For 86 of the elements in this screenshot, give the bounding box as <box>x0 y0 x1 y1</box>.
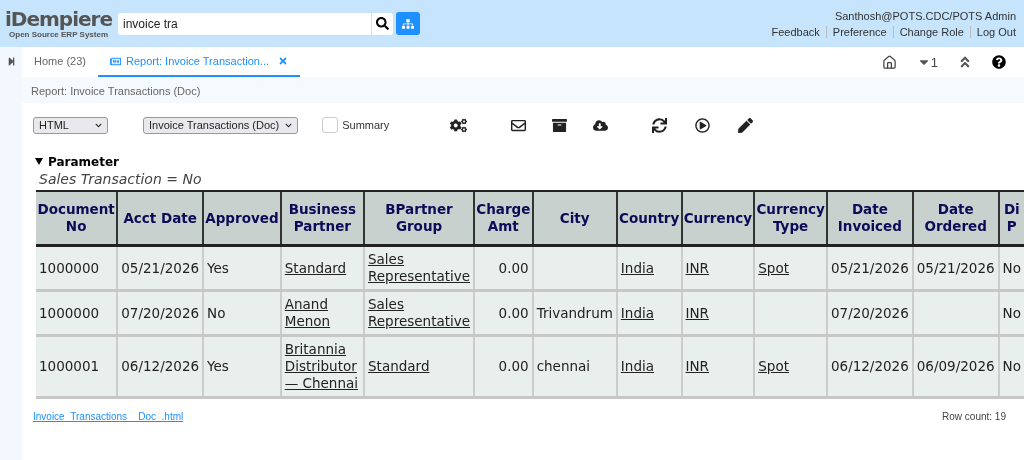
cell-link[interactable]: Standard <box>284 259 347 277</box>
table-cell: Yes <box>203 335 281 398</box>
table-cell: No <box>998 245 1024 291</box>
row-count: Row count: 19 <box>942 411 1006 422</box>
column-header: City <box>532 191 617 246</box>
cell-link[interactable]: INR <box>685 259 709 277</box>
gears-icon[interactable] <box>450 116 468 134</box>
column-header: Date Ordered <box>912 191 999 246</box>
table-cell: 0.00 <box>474 245 533 291</box>
cloud-download-icon[interactable] <box>593 117 609 133</box>
header-link[interactable]: Feedback <box>765 25 826 38</box>
search-icon <box>376 17 390 30</box>
home-icon[interactable] <box>881 54 897 70</box>
table-cell: No <box>203 290 281 336</box>
table-cell: 1000001 <box>36 335 118 398</box>
cell-link[interactable]: Anand Menon <box>284 296 361 330</box>
chevron-down-icon <box>285 121 293 129</box>
summary-label: Summary <box>342 119 390 131</box>
collapse-icon[interactable] <box>958 55 972 69</box>
cell-link[interactable]: Standard <box>368 358 430 375</box>
user-role: Santhosh@POTS.CDC/POTS Admin <box>834 9 1016 22</box>
search-button[interactable] <box>371 12 394 35</box>
column-header: Date Invoiced <box>826 191 913 246</box>
table-cell: 1000000 <box>36 290 118 336</box>
cell-link[interactable]: Britannia Distributor — Chennai <box>284 341 361 392</box>
expand-icon[interactable] <box>6 57 16 66</box>
table-cell: chennai <box>532 335 617 398</box>
cell-link[interactable]: Spot <box>758 358 789 375</box>
archive-icon[interactable] <box>552 117 568 133</box>
column-header: Currency <box>681 191 755 246</box>
column-header: Charge Amt <box>474 191 533 246</box>
summary-checkbox[interactable] <box>322 117 339 133</box>
header-link[interactable]: Log Out <box>969 25 1016 38</box>
table-cell: No <box>998 290 1024 336</box>
table-cell: 0.00 <box>474 290 533 336</box>
search-field[interactable]: invoice tra <box>118 12 372 35</box>
logo-subtitle: Open Source ERP System <box>9 30 108 39</box>
table-cell: 05/21/2026 <box>117 245 204 291</box>
cell-link[interactable]: India <box>620 358 654 375</box>
logo-title: iDempiere <box>5 8 113 30</box>
cell-link[interactable]: INR <box>685 304 709 322</box>
pen-icon[interactable] <box>738 117 754 133</box>
table-cell: No <box>998 335 1024 398</box>
column-header: Currency Type <box>754 191 827 246</box>
column-header: Approved <box>203 191 281 246</box>
column-header: Di P <box>998 191 1024 246</box>
table-cell: 1000000 <box>36 245 118 291</box>
table-cell: Trivandrum <box>532 290 617 336</box>
refresh-icon[interactable] <box>652 117 668 133</box>
table-cell: Yes <box>203 245 281 291</box>
column-header: Business Partner <box>280 191 365 246</box>
table-cell: 06/09/2026 <box>912 335 999 398</box>
column-header: BPartner Group <box>364 191 475 246</box>
header-link[interactable]: Preference <box>825 25 893 38</box>
table-cell: 06/12/2026 <box>826 335 913 398</box>
table-cell: 05/21/2026 <box>912 245 999 291</box>
parameter-toggle-icon[interactable] <box>35 157 43 167</box>
column-header: Country <box>616 191 682 246</box>
report-select[interactable]: Invoice Transactions (Doc) <box>143 116 299 134</box>
column-header: Document No <box>36 191 118 246</box>
table-cell: 05/21/2026 <box>826 245 913 291</box>
cell-link[interactable]: Sales Representative <box>368 251 471 285</box>
cell-link[interactable]: India <box>620 304 654 322</box>
cell-link[interactable]: India <box>620 259 654 277</box>
window-count-button[interactable]: 1 <box>916 54 938 70</box>
play-icon[interactable] <box>695 117 711 133</box>
breadcrumb: Report: Invoice Transactions (Doc) <box>30 84 202 99</box>
help-icon[interactable] <box>992 55 1006 69</box>
header-link[interactable]: Change Role <box>892 25 970 38</box>
cell-link[interactable]: Sales Representative <box>368 296 471 330</box>
sitemap-icon <box>402 17 415 30</box>
table-cell: 0.00 <box>474 335 533 398</box>
table-cell: 06/12/2026 <box>117 335 204 398</box>
table-cell: 07/20/2026 <box>826 290 913 336</box>
envelope-icon[interactable] <box>511 117 527 133</box>
parameter-value: Sales Transaction = No <box>38 170 203 189</box>
column-header: Acct Date <box>117 191 204 246</box>
format-select[interactable]: HTML <box>33 116 108 134</box>
tab[interactable]: Home (23) <box>22 47 98 77</box>
parameter-title: Parameter <box>48 155 120 169</box>
table-cell: 07/20/2026 <box>117 290 204 336</box>
cell-link[interactable]: INR <box>685 358 709 375</box>
chevron-down-icon <box>95 121 102 129</box>
close-icon[interactable] <box>278 56 289 66</box>
report-icon <box>109 55 121 67</box>
cell-link[interactable]: Spot <box>758 259 789 277</box>
